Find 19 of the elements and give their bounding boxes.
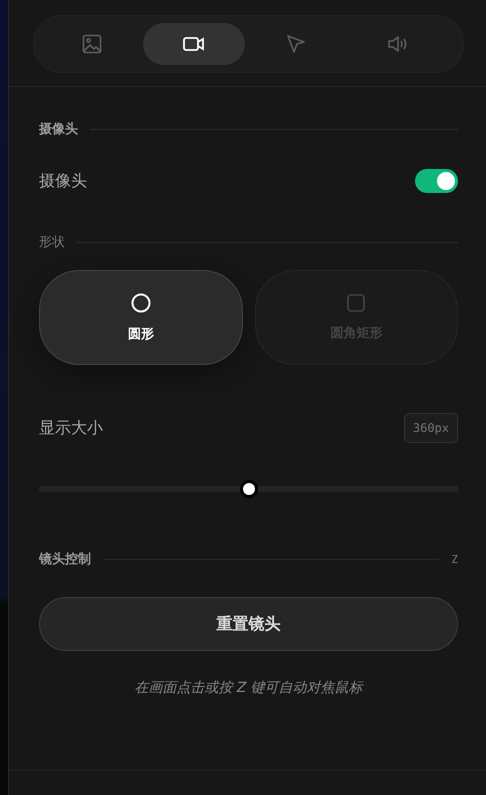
shortcut-key: Z xyxy=(451,552,458,566)
size-value: 360px xyxy=(404,413,458,443)
reset-camera-button[interactable]: 重置镜头 xyxy=(39,597,458,651)
tab[interactable] xyxy=(143,23,245,65)
video-camera-icon xyxy=(183,36,205,52)
slider-thumb[interactable] xyxy=(240,480,258,498)
section-heading: 摄像头 xyxy=(39,121,78,138)
speaker-icon xyxy=(387,34,409,54)
circle-icon xyxy=(130,292,151,312)
camera-toggle[interactable] xyxy=(415,169,458,193)
shape-option[interactable]: 圆形 xyxy=(39,270,242,365)
rounded-square-icon xyxy=(347,294,366,312)
cursor-icon xyxy=(286,34,306,54)
size-label: 显示大小 xyxy=(39,418,103,438)
section-heading: 镜头控制 xyxy=(39,551,91,568)
toggle-label: 摄像头 xyxy=(39,170,87,192)
hint-text: 在画面点击或按 Z 键可自动对焦鼠标 xyxy=(133,679,365,697)
image-icon xyxy=(82,34,102,54)
section-heading: 形状 xyxy=(39,234,65,251)
